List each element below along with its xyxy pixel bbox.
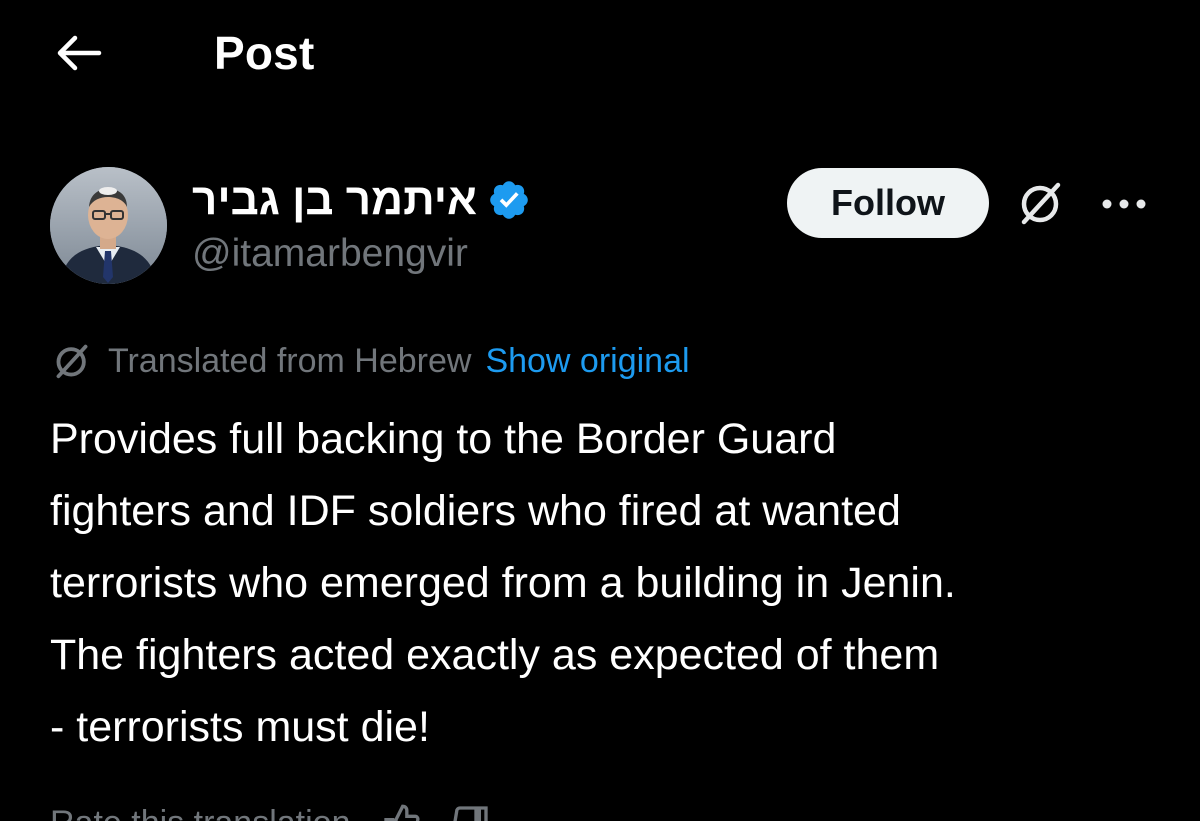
avatar[interactable]	[50, 167, 167, 284]
grok-icon	[1021, 182, 1061, 225]
grok-translate-icon	[56, 344, 88, 379]
back-button[interactable]	[50, 30, 106, 76]
more-icon	[1102, 199, 1146, 209]
verified-badge-icon[interactable]	[487, 178, 531, 222]
top-bar: Post	[0, 0, 1200, 110]
translated-from-label: Translated from Hebrew	[108, 341, 472, 380]
post-text: Provides full backing to the Border Guar…	[50, 415, 956, 751]
show-original-link[interactable]: Show original	[485, 342, 689, 381]
grok-button[interactable]	[1010, 172, 1072, 234]
rate-translation-label: Rate this translation	[50, 804, 351, 821]
follow-button[interactable]: Follow	[787, 168, 989, 238]
post-page: Post איתמר בן גביר @itamarbengvir Follow…	[0, 0, 1200, 821]
thumbs-down-icon[interactable]	[451, 803, 491, 821]
profile-photo	[50, 167, 167, 284]
author-handle[interactable]: @itamarbengvir	[192, 232, 468, 276]
thumbs-up-icon[interactable]	[381, 803, 421, 821]
translation-row: Translated from Hebrew Show original	[50, 338, 690, 384]
page-title: Post	[214, 27, 315, 79]
more-options-button[interactable]	[1096, 182, 1152, 226]
author-display-name[interactable]: איתמר בן גביר	[192, 175, 477, 225]
back-arrow-icon	[57, 35, 102, 71]
author-name-row: איתמר בן גביר	[192, 172, 531, 228]
rate-translation-row: Rate this translation	[50, 800, 491, 821]
